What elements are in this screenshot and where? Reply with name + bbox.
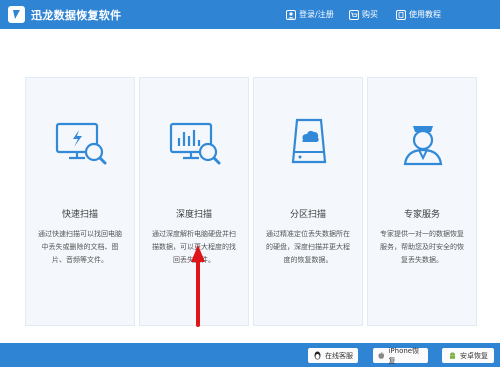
- apple-icon: [378, 351, 385, 359]
- quick-scan-desc: 通过快速扫描可以找回电脑中丢失或删除的文档、图片、音频等文件。: [38, 230, 122, 264]
- app-title: 迅龙数据恢复软件: [31, 8, 122, 22]
- user-icon: [286, 9, 296, 20]
- deep-scan-title: 深度扫描: [175, 210, 212, 220]
- quick-scan-title: 快速扫描: [61, 210, 98, 220]
- login-register-link[interactable]: 登录/注册: [286, 0, 334, 29]
- android-icon: [450, 352, 455, 359]
- quick-scan-card[interactable]: 快速扫描 通过快速扫描可以找回电脑中丢失或删除的文档、图片、音频等文件。: [25, 77, 135, 326]
- chart-search-icon: [165, 112, 225, 172]
- deep-scan-card[interactable]: 深度扫描 通过深度解析电脑硬盘并扫描数据，可以更大程度的找回丢失文件。: [139, 77, 249, 326]
- expert-service-card[interactable]: 专家服务 专家提供一对一的数据恢复服务，帮助您及时安全的恢复丢失数据。: [367, 77, 477, 326]
- bottom-bar: 在线客服 iPhone恢复 安卓恢复: [0, 343, 500, 367]
- partition-scan-card[interactable]: 分区扫描 通过精准定位丢失数据所在的硬盘，深度扫描并更大程度的恢复数据。: [253, 77, 363, 326]
- login-register-label: 登录/注册: [299, 10, 334, 19]
- iphone-recovery-button[interactable]: iPhone恢复: [373, 346, 428, 365]
- title-bar: 迅龙数据恢复软件 登录/注册 购买 使用教程: [0, 0, 500, 29]
- tutorial-link[interactable]: 使用教程: [396, 0, 441, 29]
- app-logo-icon: [8, 6, 25, 23]
- android-recovery-button[interactable]: 安卓恢复: [442, 348, 494, 363]
- penguin-icon: [314, 351, 321, 360]
- partition-scan-desc: 通过精准定位丢失数据所在的硬盘，深度扫描并更大程度的恢复数据。: [266, 230, 350, 264]
- expert-service-desc: 专家提供一对一的数据恢复服务，帮助您及时安全的恢复丢失数据。: [380, 230, 464, 264]
- main-content: 快速扫描 通过快速扫描可以找回电脑中丢失或删除的文档、图片、音频等文件。 深度扫…: [0, 29, 500, 343]
- iphone-recovery-label: iPhone恢复: [388, 346, 420, 365]
- expert-person-icon: [393, 112, 453, 172]
- tutorial-label: 使用教程: [409, 10, 441, 19]
- monitor-search-icon: [51, 112, 111, 172]
- buy-label: 购买: [362, 10, 378, 19]
- cart-icon: [349, 9, 359, 20]
- harddisk-cloud-icon: [279, 112, 339, 172]
- partition-scan-title: 分区扫描: [289, 210, 326, 220]
- android-recovery-label: 安卓恢复: [460, 351, 488, 360]
- online-service-label: 在线客服: [325, 351, 353, 360]
- buy-link[interactable]: 购买: [349, 0, 378, 29]
- expert-service-title: 专家服务: [403, 210, 440, 220]
- online-service-button[interactable]: 在线客服: [308, 348, 358, 363]
- book-icon: [396, 9, 406, 20]
- deep-scan-desc: 通过深度解析电脑硬盘并扫描数据，可以更大程度的找回丢失文件。: [152, 230, 236, 264]
